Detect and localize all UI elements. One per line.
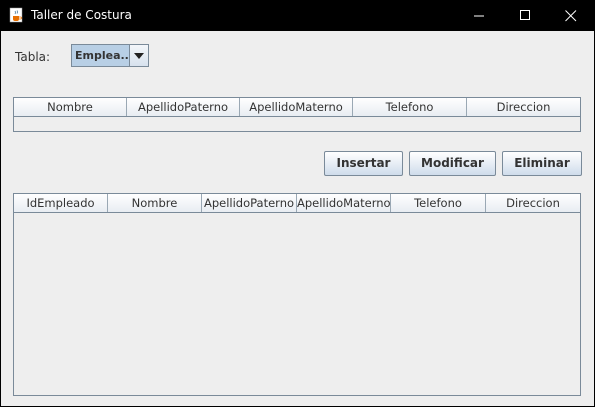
form-col-nombre[interactable]: Nombre [14, 98, 127, 116]
col-direccion[interactable]: Direccion [486, 194, 580, 212]
tabla-combobox[interactable]: Emplea... [71, 44, 149, 67]
col-apellido-materno[interactable]: ApellidoMaterno [297, 194, 391, 212]
col-nombre[interactable]: Nombre [108, 194, 202, 212]
minimize-icon [473, 15, 484, 17]
modificar-button[interactable]: Modificar [409, 151, 496, 176]
form-table-header: Nombre ApellidoPaterno ApellidoMaterno T… [14, 98, 580, 117]
data-table: IdEmpleado Nombre ApellidoPaterno Apelli… [13, 193, 581, 396]
maximize-button[interactable] [502, 0, 548, 31]
col-telefono[interactable]: Telefono [391, 194, 486, 212]
form-table-row[interactable] [14, 117, 580, 131]
title-bar: Taller de Costura [0, 0, 595, 31]
tabla-label: Tabla: [15, 50, 51, 64]
eliminar-button[interactable]: Eliminar [502, 151, 582, 176]
app-window: Taller de Costura Tabla: Emplea... Nombr… [0, 0, 595, 407]
close-icon [565, 9, 577, 21]
content-panel: Tabla: Emplea... Nombre ApellidoPaterno … [1, 31, 594, 406]
form-col-telefono[interactable]: Telefono [353, 98, 467, 116]
data-table-header: IdEmpleado Nombre ApellidoPaterno Apelli… [14, 194, 580, 213]
window-title: Taller de Costura [31, 8, 132, 22]
minimize-button[interactable] [456, 0, 502, 31]
insertar-button[interactable]: Insertar [324, 151, 403, 176]
form-col-direccion[interactable]: Direccion [467, 98, 580, 116]
data-table-body[interactable] [14, 213, 580, 395]
form-table: Nombre ApellidoPaterno ApellidoMaterno T… [13, 97, 581, 132]
combo-selected-value: Emplea... [75, 49, 130, 62]
col-id-empleado[interactable]: IdEmpleado [14, 194, 108, 212]
form-col-apellido-materno[interactable]: ApellidoMaterno [240, 98, 353, 116]
maximize-icon [519, 10, 530, 20]
form-col-apellido-paterno[interactable]: ApellidoPaterno [127, 98, 240, 116]
combo-arrow-button[interactable] [129, 45, 148, 66]
chevron-down-icon [134, 52, 144, 59]
col-apellido-paterno[interactable]: ApellidoPaterno [202, 194, 297, 212]
close-button[interactable] [548, 0, 594, 31]
java-coffee-icon [9, 7, 23, 23]
